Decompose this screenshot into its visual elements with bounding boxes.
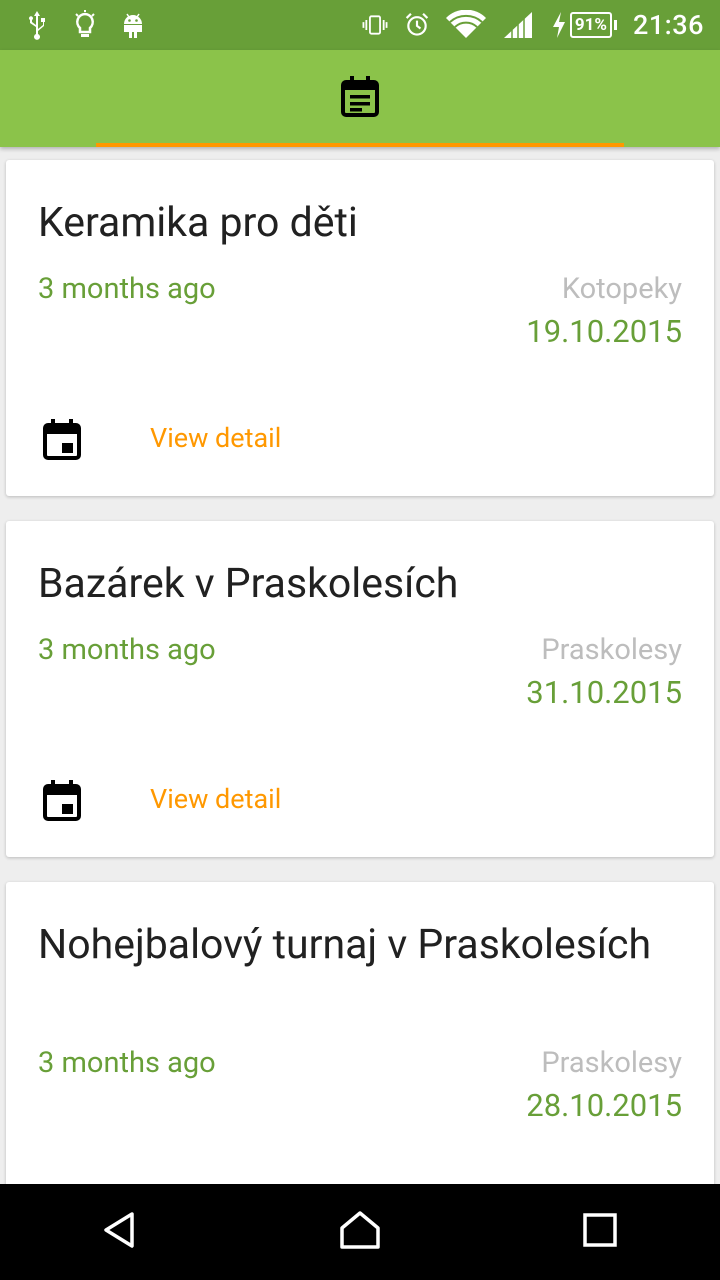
event-list[interactable]: Keramika pro děti 3 months ago Kotopeky … [0,147,720,1184]
status-bar-system: 91% 21:36 [362,9,704,41]
add-to-calendar-icon[interactable] [38,777,86,825]
event-relative-time: 3 months ago [38,633,216,667]
android-icon [120,11,146,39]
lightbulb-icon [72,10,98,39]
clock: 21:36 [632,9,704,41]
back-button[interactable] [80,1192,160,1272]
event-note-icon [340,75,380,123]
status-bar-notifications [24,10,146,40]
back-icon [100,1210,140,1254]
battery-indicator: 91% [550,11,617,39]
signal-icon [502,11,534,39]
event-card[interactable]: Keramika pro děti 3 months ago Kotopeky … [6,160,714,496]
event-relative-time: 3 months ago [38,272,216,306]
add-to-calendar-icon[interactable] [38,416,86,464]
home-icon [338,1210,382,1254]
event-place: Kotopeky [561,272,682,306]
view-detail-link[interactable]: View detail [150,422,281,454]
event-date: 28.10.2015 [526,1087,682,1124]
status-bar: 91% 21:36 [0,0,720,50]
event-relative-time: 3 months ago [38,1046,216,1080]
event-card[interactable]: Bazárek v Praskolesích 3 months ago Pras… [6,521,714,857]
view-detail-link[interactable]: View detail [150,783,281,815]
event-place: Praskolesy [541,1046,682,1080]
recents-icon [582,1212,618,1252]
app-toolbar [0,50,720,147]
event-card[interactable]: Nohejbalový turnaj v Praskolesích 3 mont… [6,882,714,1184]
recents-button[interactable] [560,1192,640,1272]
tab-events[interactable] [96,50,624,147]
battery-tip [613,20,617,30]
usb-icon [24,11,50,40]
vibrate-icon [362,11,388,39]
charging-icon [550,11,568,39]
battery-level: 91% [569,12,612,38]
event-title: Nohejbalový turnaj v Praskolesích [38,921,652,969]
tab-indicator [96,143,624,147]
wifi-icon [445,10,486,39]
alarm-icon [404,11,430,39]
event-date: 31.10.2015 [526,674,682,711]
home-button[interactable] [320,1192,400,1272]
event-title: Bazárek v Praskolesích [38,560,459,608]
system-navigation-bar [0,1184,720,1280]
event-date: 19.10.2015 [526,313,682,350]
event-place: Praskolesy [541,633,682,667]
event-title: Keramika pro děti [38,199,358,247]
